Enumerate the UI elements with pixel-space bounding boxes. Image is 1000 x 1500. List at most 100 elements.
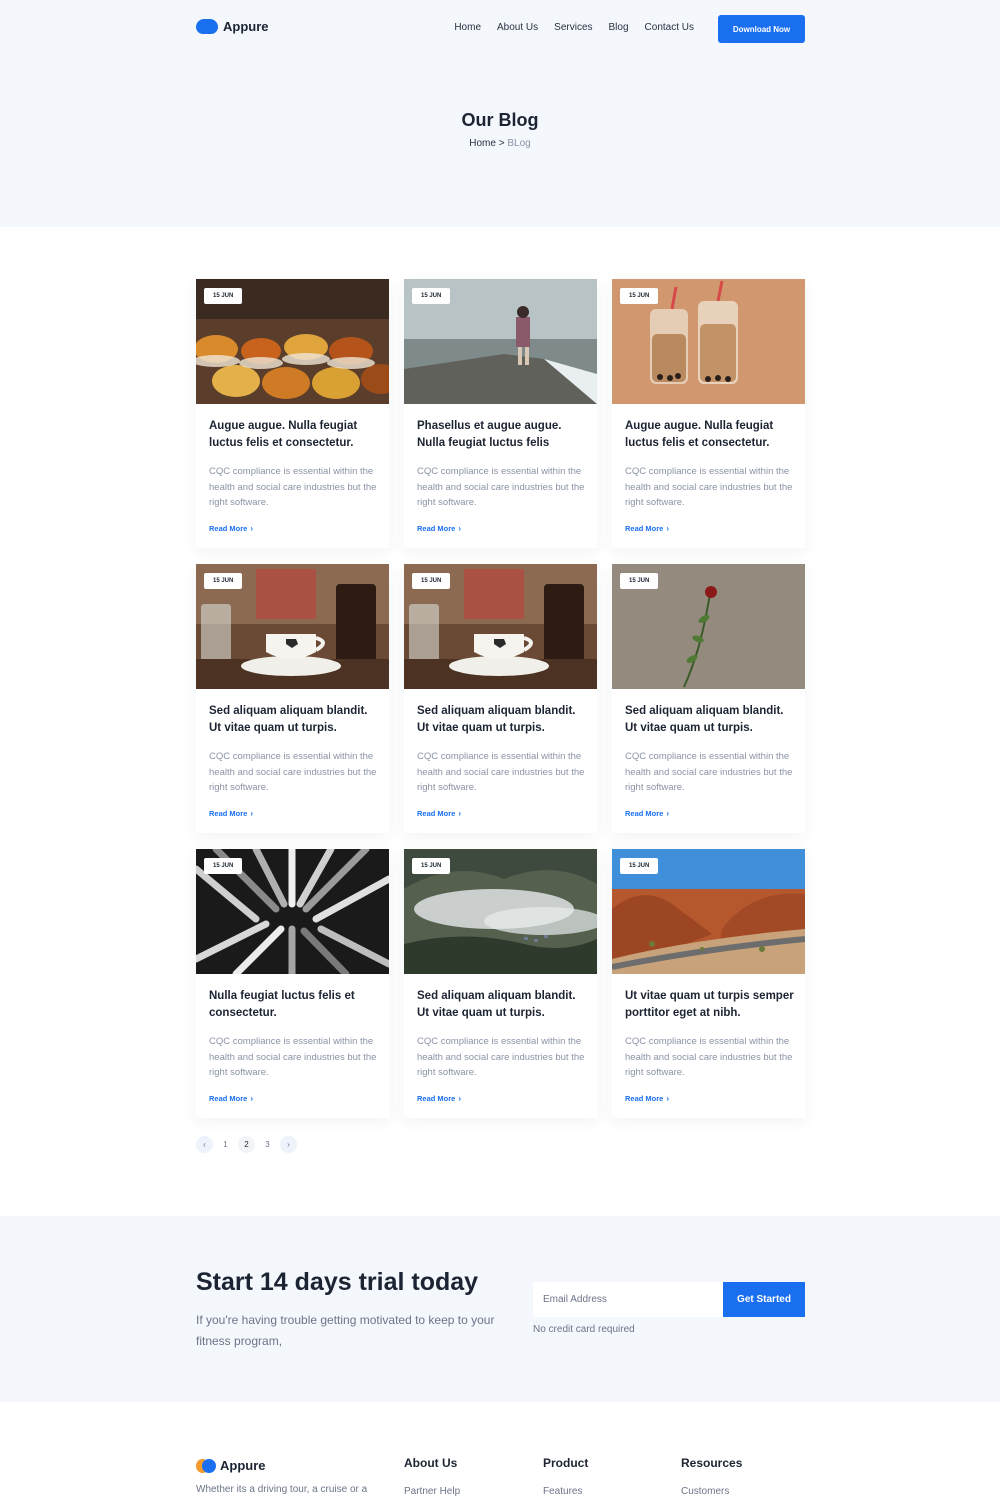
- read-more-label: Read More: [209, 809, 248, 818]
- read-more-link[interactable]: Read More ›: [209, 524, 253, 533]
- read-more-label: Read More: [625, 1094, 664, 1103]
- footer-link-partner-help[interactable]: Partner Help: [404, 1486, 460, 1497]
- cta-title: Start 14 days trial today: [196, 1268, 479, 1296]
- footer-col-product-title: Product: [543, 1456, 589, 1470]
- read-more-link[interactable]: Read More ›: [625, 1094, 669, 1103]
- page-link-3[interactable]: 3: [259, 1136, 276, 1153]
- chevron-right-icon: ›: [250, 809, 254, 818]
- breadcrumb-separator: >: [495, 138, 508, 149]
- next-page-button[interactable]: ›: [280, 1136, 297, 1153]
- footer-description: Whether its a driving tour, a cruise or …: [196, 1484, 368, 1495]
- main-menu: Home About Us Services Blog Contact Us: [454, 22, 694, 33]
- chevron-right-icon: ›: [458, 524, 462, 533]
- date-badge: 15 JUN: [620, 288, 659, 304]
- pagination: ‹ 1 2 3 ›: [196, 1136, 297, 1153]
- blog-card-title[interactable]: Phasellus et augue augue. Nulla feugiat …: [417, 418, 587, 452]
- blog-card-excerpt: CQC compliance is essential within the h…: [417, 466, 585, 508]
- footer-col-resources-title: Resources: [681, 1456, 743, 1470]
- blog-card-excerpt: CQC compliance is essential within the h…: [625, 751, 793, 793]
- read-more-label: Read More: [417, 809, 456, 818]
- nav-link-contact[interactable]: Contact Us: [645, 22, 694, 33]
- blog-card[interactable]: 15 JUN Sed aliquam aliquam blandit. Ut v…: [196, 564, 389, 833]
- blog-card[interactable]: 15 JUN Augue augue. Nulla feugiat luctus…: [196, 279, 389, 548]
- blog-card-excerpt: CQC compliance is essential within the h…: [209, 1036, 377, 1078]
- blog-card-excerpt: CQC compliance is essential within the h…: [209, 751, 377, 793]
- date-badge: 15 JUN: [204, 288, 243, 304]
- cloud-logo-icon: [196, 19, 218, 34]
- blog-card-title[interactable]: Sed aliquam aliquam blandit. Ut vitae qu…: [209, 703, 379, 737]
- prev-page-button[interactable]: ‹: [196, 1136, 213, 1153]
- date-badge: 15 JUN: [412, 288, 451, 304]
- date-badge: 15 JUN: [412, 858, 451, 874]
- chevron-right-icon: ›: [458, 1094, 462, 1103]
- blog-card-title[interactable]: Augue augue. Nulla feugiat luctus felis …: [625, 418, 795, 452]
- blog-card[interactable]: 15 JUN Sed aliquam aliquam blandit. Ut v…: [404, 849, 597, 1118]
- top-nav: Appure Home About Us Services Blog Conta…: [196, 15, 805, 43]
- read-more-label: Read More: [417, 1094, 456, 1103]
- read-more-link[interactable]: Read More ›: [417, 809, 461, 818]
- date-badge: 15 JUN: [620, 858, 659, 874]
- trial-cta-section: Start 14 days trial today If you're havi…: [0, 1216, 1000, 1402]
- date-badge: 15 JUN: [412, 573, 451, 589]
- blog-card-excerpt: CQC compliance is essential within the h…: [625, 1036, 793, 1078]
- read-more-link[interactable]: Read More ›: [209, 1094, 253, 1103]
- blog-card-excerpt: CQC compliance is essential within the h…: [209, 466, 377, 508]
- nav-link-home[interactable]: Home: [454, 22, 481, 33]
- blog-card-title[interactable]: Ut vitae quam ut turpis semper porttitor…: [625, 988, 795, 1022]
- date-badge: 15 JUN: [204, 573, 243, 589]
- blog-card[interactable]: 15 JUN Phasellus et augue augue. Nulla f…: [404, 279, 597, 548]
- blog-card-title[interactable]: Augue augue. Nulla feugiat luctus felis …: [209, 418, 379, 452]
- hero-section: Appure Home About Us Services Blog Conta…: [0, 0, 1000, 227]
- read-more-link[interactable]: Read More ›: [209, 809, 253, 818]
- brand-logo[interactable]: Appure: [196, 19, 269, 34]
- read-more-label: Read More: [417, 524, 456, 533]
- read-more-link[interactable]: Read More ›: [417, 1094, 461, 1103]
- email-input[interactable]: [533, 1282, 723, 1317]
- chevron-right-icon: ›: [666, 809, 670, 818]
- blog-card[interactable]: 15 JUN Ut vitae quam ut turpis semper po…: [612, 849, 805, 1118]
- breadcrumb-home[interactable]: Home: [469, 138, 496, 149]
- footer: Appure Whether its a driving tour, a cru…: [0, 1402, 1000, 1500]
- blog-card[interactable]: 15 JUN Sed aliquam aliquam blandit. Ut v…: [612, 564, 805, 833]
- read-more-link[interactable]: Read More ›: [625, 524, 669, 533]
- no-credit-card-note: No credit card required: [533, 1324, 635, 1335]
- page-link-1[interactable]: 1: [217, 1136, 234, 1153]
- chevron-right-icon: ›: [458, 809, 462, 818]
- date-badge: 15 JUN: [620, 573, 659, 589]
- blog-card[interactable]: 15 JUN Sed aliquam aliquam blandit. Ut v…: [404, 564, 597, 833]
- breadcrumb: Home > BLog: [0, 138, 1000, 149]
- page-link-2[interactable]: 2: [238, 1136, 255, 1153]
- footer-col-about-title: About Us: [404, 1456, 458, 1470]
- download-now-button[interactable]: Download Now: [718, 15, 805, 43]
- read-more-label: Read More: [625, 809, 664, 818]
- cta-subtitle: If you're having trouble getting motivat…: [196, 1313, 495, 1348]
- chevron-right-icon: ›: [250, 524, 254, 533]
- chevron-right-icon: ›: [666, 524, 670, 533]
- blog-card-title[interactable]: Sed aliquam aliquam blandit. Ut vitae qu…: [417, 988, 587, 1022]
- footer-brand-name: Appure: [220, 1458, 266, 1473]
- page-title: Our Blog: [461, 110, 539, 130]
- blog-card[interactable]: 15 JUN Nulla feugiat luctus felis et con…: [196, 849, 389, 1118]
- footer-logo-icon: [196, 1458, 216, 1473]
- brand-name: Appure: [223, 19, 269, 34]
- date-badge: 15 JUN: [204, 858, 243, 874]
- nav-link-about[interactable]: About Us: [497, 22, 538, 33]
- read-more-label: Read More: [625, 524, 664, 533]
- blog-card[interactable]: 15 JUN Augue augue. Nulla feugiat luctus…: [612, 279, 805, 548]
- read-more-link[interactable]: Read More ›: [625, 809, 669, 818]
- blog-card-title[interactable]: Sed aliquam aliquam blandit. Ut vitae qu…: [417, 703, 587, 737]
- read-more-link[interactable]: Read More ›: [417, 524, 461, 533]
- footer-brand-logo[interactable]: Appure: [196, 1458, 266, 1473]
- chevron-right-icon: ›: [250, 1094, 254, 1103]
- chevron-right-icon: ›: [666, 1094, 670, 1103]
- blog-card-title[interactable]: Sed aliquam aliquam blandit. Ut vitae qu…: [625, 703, 795, 737]
- footer-link-features[interactable]: Features: [543, 1486, 582, 1497]
- footer-link-customers[interactable]: Customers: [681, 1486, 729, 1497]
- nav-link-services[interactable]: Services: [554, 22, 592, 33]
- get-started-button[interactable]: Get Started: [723, 1282, 805, 1317]
- nav-link-blog[interactable]: Blog: [609, 22, 629, 33]
- read-more-label: Read More: [209, 1094, 248, 1103]
- blog-card-excerpt: CQC compliance is essential within the h…: [625, 466, 793, 508]
- blog-card-excerpt: CQC compliance is essential within the h…: [417, 1036, 585, 1078]
- blog-card-title[interactable]: Nulla feugiat luctus felis et consectetu…: [209, 988, 379, 1022]
